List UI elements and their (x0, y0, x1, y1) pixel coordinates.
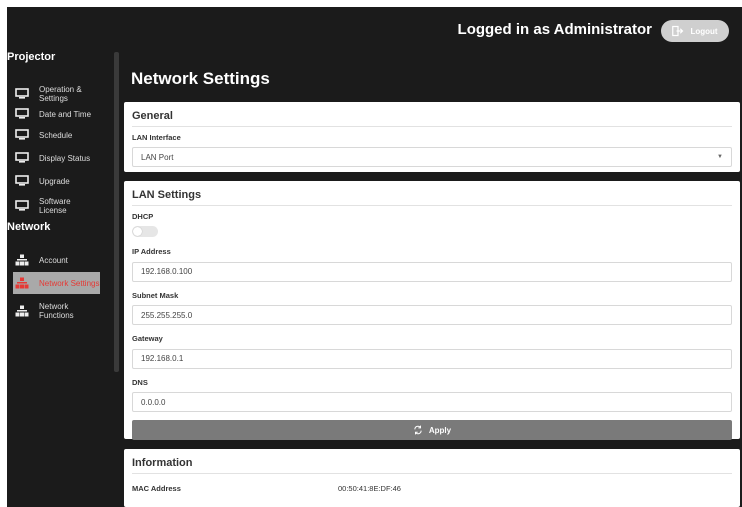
ip-address-label: IP Address (132, 247, 171, 256)
sidebar-item-label: Account (39, 255, 68, 265)
network-icon (15, 277, 29, 289)
dhcp-label: DHCP (132, 212, 154, 221)
toggle-knob (133, 227, 142, 236)
network-section-title: Network (7, 221, 51, 233)
logout-button[interactable]: Logout (661, 20, 729, 42)
logout-label: Logout (690, 26, 718, 36)
sidebar-item-network-functions[interactable]: Network Functions (13, 301, 100, 321)
sidebar-item-label: Network Functions (39, 302, 74, 320)
refresh-icon (414, 425, 422, 435)
monitor-icon (15, 108, 29, 119)
sidebar-item-label: Network Settings (39, 278, 100, 288)
projector-section-title: Projector (7, 51, 56, 63)
subnet-mask-label: Subnet Mask (132, 290, 179, 300)
sidebar-item-label: Schedule (39, 130, 73, 140)
sidebar-item-display-status[interactable]: Display Status (13, 152, 100, 164)
sidebar-item-software-license[interactable]: Software License (13, 196, 100, 216)
dns-label: DNS (132, 377, 148, 387)
lan-settings-card: LAN Settings DHCP IP Address Subnet Mask… (124, 181, 740, 440)
sidebar-item-operation-settings[interactable]: Operation & Settings (13, 84, 100, 104)
monitor-icon (15, 200, 29, 211)
ip-address-input[interactable] (132, 261, 732, 282)
mac-address-row: MAC Address 00:50:41:8E:DF:46 (132, 484, 732, 493)
dns-input[interactable] (132, 392, 732, 412)
app-window: Logged in as Administrator Logout Projec… (7, 7, 742, 507)
information-title: Information (132, 457, 732, 474)
page-title: Network Settings (131, 69, 270, 88)
sidebar-item-account[interactable]: Account (13, 254, 100, 266)
lan-interface-select[interactable]: LAN Port ▼ (132, 147, 732, 167)
apply-label: Apply (428, 425, 452, 435)
chevron-down-icon: ▼ (717, 154, 723, 160)
network-icon (15, 305, 29, 317)
lan-interface-value: LAN Port (141, 152, 174, 162)
sidebar-item-label: Operation & Settings (39, 85, 82, 103)
lan-settings-title: LAN Settings (132, 189, 732, 206)
monitor-icon (15, 152, 29, 163)
sidebar-item-label: Software License (39, 197, 71, 215)
sidebar-item-schedule[interactable]: Schedule (13, 129, 100, 141)
apply-button[interactable]: Apply (132, 420, 732, 440)
sidebar-scrollbar[interactable] (114, 52, 119, 372)
logged-in-label: Logged in as Administrator (457, 21, 652, 38)
monitor-icon (15, 129, 29, 140)
information-card: Information MAC Address 00:50:41:8E:DF:4… (124, 449, 740, 507)
lan-interface-label: LAN Interface (132, 133, 181, 142)
general-title: General (132, 110, 732, 127)
sidebar-item-label: Date and Time (39, 109, 92, 119)
sidebar-item-upgrade[interactable]: Upgrade (13, 175, 100, 187)
gateway-input[interactable] (132, 348, 732, 369)
general-card: General LAN Interface LAN Port ▼ (124, 102, 740, 172)
sidebar-item-network-settings[interactable]: Network Settings (13, 272, 100, 294)
subnet-mask-input[interactable] (132, 305, 732, 325)
monitor-icon (15, 88, 29, 99)
monitor-icon (15, 175, 29, 186)
sidebar-item-date-time[interactable]: Date and Time (13, 108, 100, 120)
network-icon (15, 254, 29, 266)
gateway-label: Gateway (132, 334, 163, 343)
logout-icon (672, 25, 684, 37)
top-bar: Logged in as Administrator Logout (7, 7, 742, 55)
sidebar-item-label: Upgrade (39, 176, 70, 186)
dhcp-toggle[interactable] (132, 226, 158, 237)
mac-address-value: 00:50:41:8E:DF:46 (338, 484, 401, 493)
sidebar-item-label: Display Status (39, 153, 91, 163)
mac-address-label: MAC Address (132, 484, 181, 493)
